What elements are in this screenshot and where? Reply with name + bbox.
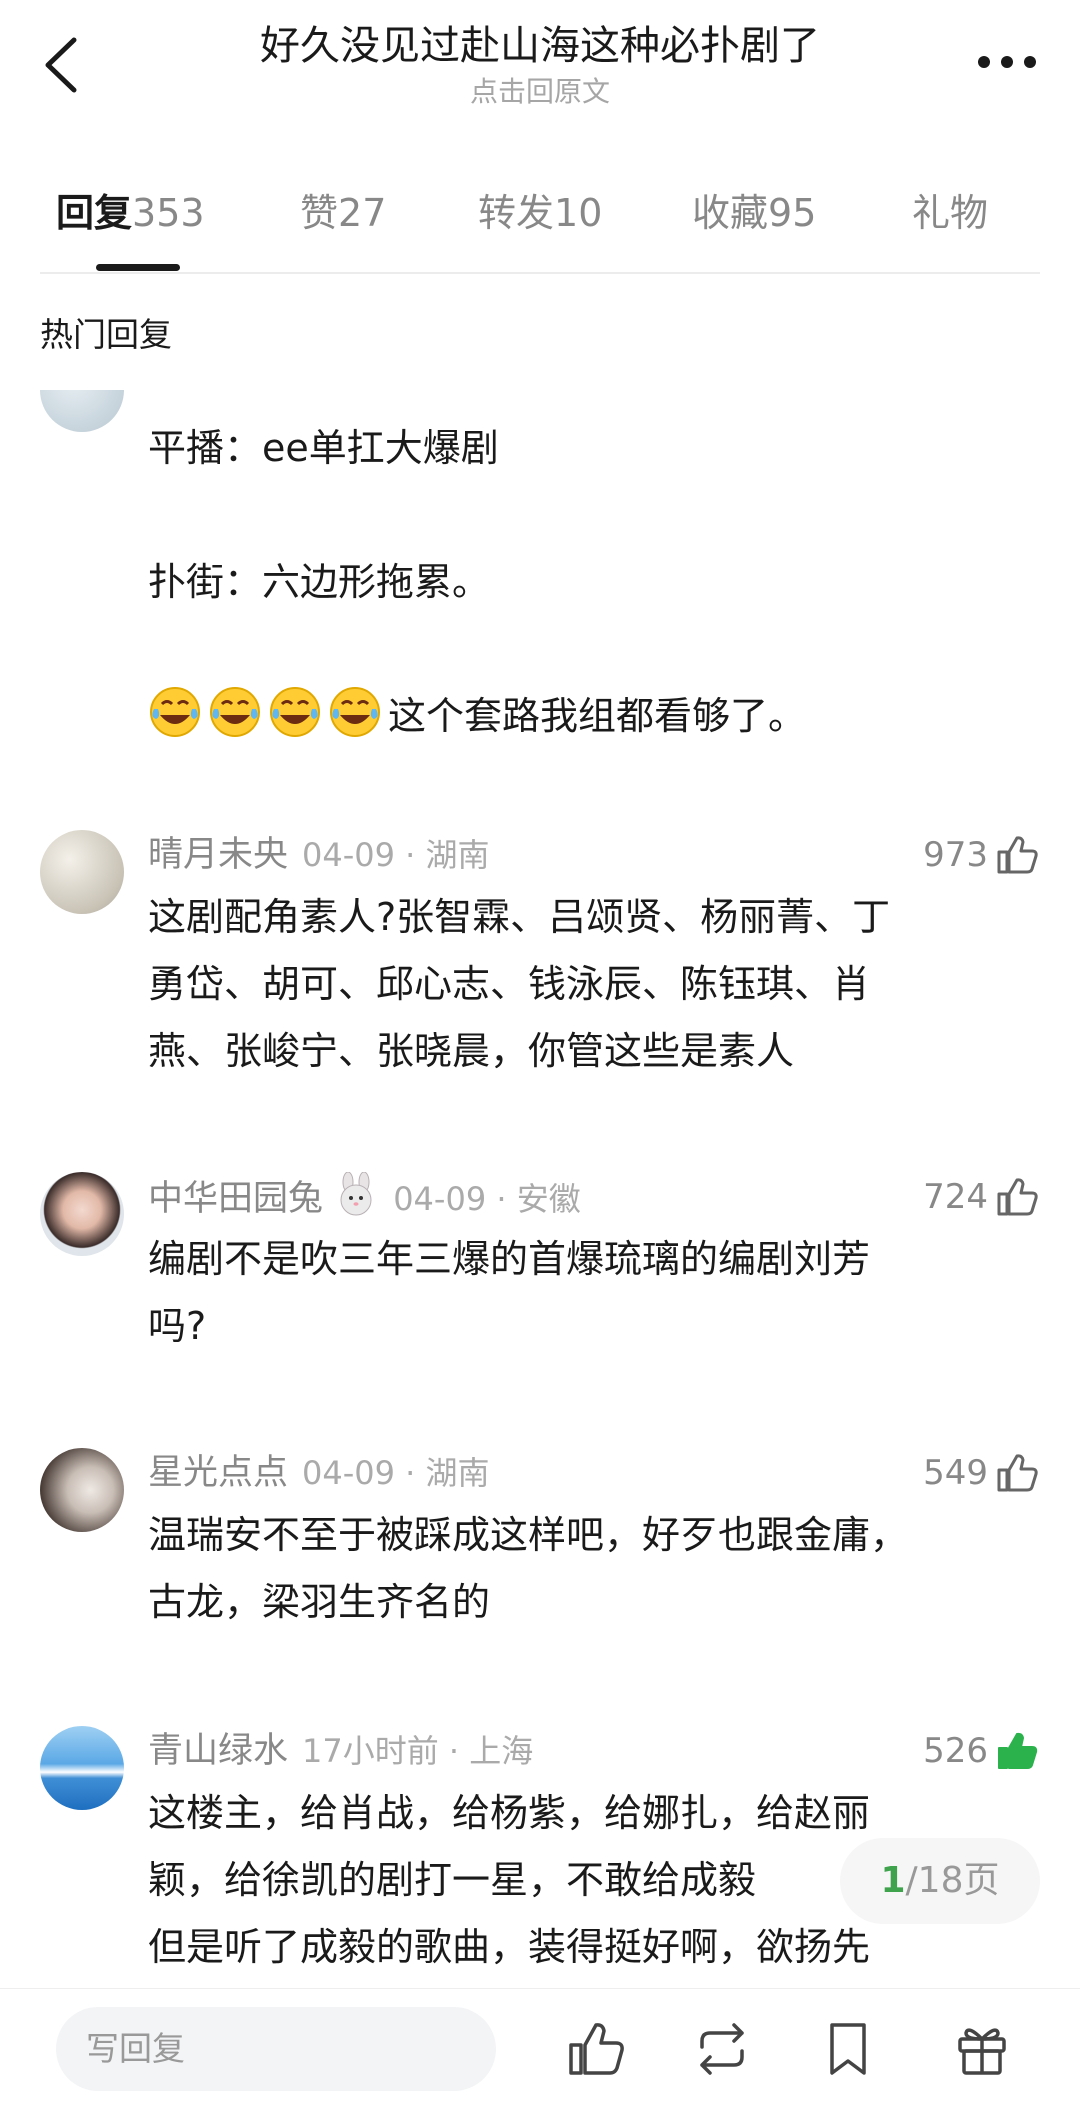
comment-meta: 青山绿水 17小时前 · 上海 <box>148 1726 533 1776</box>
laughing-tears-emoji-icon <box>328 685 382 739</box>
username[interactable]: 星光点点 <box>148 1453 288 1493</box>
avatar[interactable] <box>40 390 124 432</box>
like-count: 526 <box>923 1731 988 1771</box>
comment-line: 吗? <box>148 1304 207 1348</box>
tab-label: 收藏 <box>692 191 769 235</box>
divider <box>40 272 1040 274</box>
like-button[interactable]: 526 <box>923 1724 1040 1778</box>
reply-input[interactable]: 写回复 <box>56 2007 496 2091</box>
comment-line-text: 这个套路我组都看够了。 <box>388 694 807 738</box>
thumbs-up-filled-icon <box>998 1732 1038 1769</box>
repost-icon[interactable] <box>690 2017 754 2081</box>
username[interactable]: 晴月未央 <box>148 835 288 875</box>
like-button[interactable]: 973 <box>923 828 1040 882</box>
gift-icon[interactable] <box>950 2017 1014 2081</box>
more-dots-icon[interactable] <box>972 40 1042 80</box>
tab-label: 礼物 <box>912 191 989 235</box>
comment-text: 平播：ee单扛大爆剧 扑街：六边形拖累。 这个套路我组都看够了。 <box>148 415 1008 750</box>
hot-replies-heading: 热门回复 <box>40 315 172 354</box>
tab-gifts[interactable]: 礼物 <box>912 188 988 238</box>
timestamp-location: 04-09 · 湖南 <box>302 836 490 874</box>
top-bar: 好久没见过赴山海这种必扑剧了 点击回原文 <box>0 0 1080 135</box>
comment-meta: 星光点点 04-09 · 湖南 <box>148 1448 490 1498</box>
laughing-tears-emoji-icon <box>148 685 202 739</box>
like-count: 549 <box>923 1453 988 1493</box>
username[interactable]: 青山绿水 <box>148 1731 288 1771</box>
comment-line: 编剧不是吹三年三爆的首爆琉璃的编剧刘芳 <box>148 1237 871 1281</box>
comment-list[interactable]: 平播：ee单扛大爆剧 扑街：六边形拖累。 这个套路我组都看够了。 晴月未央 04-… <box>0 390 1080 1988</box>
back-to-original-link[interactable]: 点击回原文 <box>140 74 940 110</box>
tab-count: 27 <box>338 191 387 235</box>
tab-label: 赞 <box>300 191 339 235</box>
page-indicator[interactable]: 1/18页 <box>840 1838 1040 1924</box>
title-block: 好久没见过赴山海这种必扑剧了 点击回原文 <box>140 20 940 110</box>
tab-count: 95 <box>768 191 817 235</box>
active-tab-indicator <box>96 264 180 271</box>
username[interactable]: 中华田园兔 <box>148 1179 323 1219</box>
back-chevron-icon[interactable] <box>38 30 88 100</box>
post-title: 好久没见过赴山海这种必扑剧了 <box>260 23 820 69</box>
tab-favorites[interactable]: 收藏95 <box>692 188 816 238</box>
comment-line: 平播：ee单扛大爆剧 <box>148 426 499 470</box>
thumbs-up-icon <box>997 1454 1038 1492</box>
laughing-tears-emoji-icon <box>208 685 262 739</box>
like-button[interactable]: 724 <box>923 1170 1040 1224</box>
comment-line: 燕、张峻宁、张晓晨，你管这些是素人 <box>148 1029 795 1073</box>
timestamp-location: 17小时前 · 上海 <box>302 1732 534 1770</box>
avatar[interactable] <box>40 1726 124 1810</box>
like-button[interactable]: 549 <box>923 1446 1040 1500</box>
bottom-action-bar: 写回复 <box>0 1988 1080 2102</box>
laughing-tears-emoji-icon <box>268 685 322 739</box>
comment-line: 温瑞安不至于被踩成这样吧，好歹也跟金庸， <box>148 1513 909 1557</box>
comment-line: 但是听了成毅的歌曲，装得挺好啊，欲扬先 <box>148 1925 871 1969</box>
thumbs-up-icon <box>997 1178 1038 1216</box>
timestamp-location: 04-09 · 湖南 <box>302 1454 490 1492</box>
like-count: 973 <box>923 835 988 875</box>
comment-line: 这楼主，给肖战，给杨紫，给娜扎，给赵丽 <box>148 1791 871 1835</box>
tab-count: 353 <box>132 191 205 235</box>
comment-meta: 晴月未央 04-09 · 湖南 <box>148 830 490 880</box>
total-pages: /18页 <box>905 1860 1000 1901</box>
comment-text: 这剧配角素人?张智霖、吕颂贤、杨丽菁、丁 勇岱、胡可、邱心志、钱泳辰、陈钰琪、肖… <box>148 884 1008 1085</box>
tab-label: 转发 <box>478 191 555 235</box>
like-count: 724 <box>923 1177 988 1217</box>
comment-line: 扑街：六边形拖累。 <box>148 560 491 604</box>
tab-bar: 回复353 赞27 转发10 收藏95 礼物 <box>0 168 1080 274</box>
bookmark-icon[interactable] <box>816 2017 880 2081</box>
tab-reposts[interactable]: 转发10 <box>478 188 602 238</box>
rabbit-face-emoji-icon <box>333 1171 379 1218</box>
comment-line: 古龙，梁羽生齐名的 <box>148 1580 491 1624</box>
comment-line: 勇岱、胡可、邱心志、钱泳辰、陈钰琪、肖 <box>148 962 871 1006</box>
comment-line: 这个套路我组都看够了。 <box>148 683 1008 750</box>
thumbs-up-icon <box>997 836 1038 874</box>
tab-label: 回复 <box>56 191 133 235</box>
thumbs-up-icon[interactable] <box>564 2017 628 2081</box>
tab-count: 10 <box>554 191 603 235</box>
tab-likes[interactable]: 赞27 <box>300 188 386 238</box>
avatar[interactable] <box>40 830 124 914</box>
tab-replies[interactable]: 回复353 <box>56 188 205 238</box>
comment-line: 这剧配角素人?张智霖、吕颂贤、杨丽菁、丁 <box>148 895 891 939</box>
avatar[interactable] <box>40 1172 124 1256</box>
timestamp-location: 04-09 · 安徽 <box>393 1180 581 1218</box>
comment-text: 温瑞安不至于被踩成这样吧，好歹也跟金庸， 古龙，梁羽生齐名的 <box>148 1502 1008 1636</box>
comment-text: 编剧不是吹三年三爆的首爆琉璃的编剧刘芳 吗? <box>148 1226 1008 1360</box>
current-page: 1 <box>880 1860 906 1901</box>
comment-meta: 中华田园兔 04-09 · 安徽 <box>148 1171 581 1222</box>
avatar[interactable] <box>40 1448 124 1532</box>
